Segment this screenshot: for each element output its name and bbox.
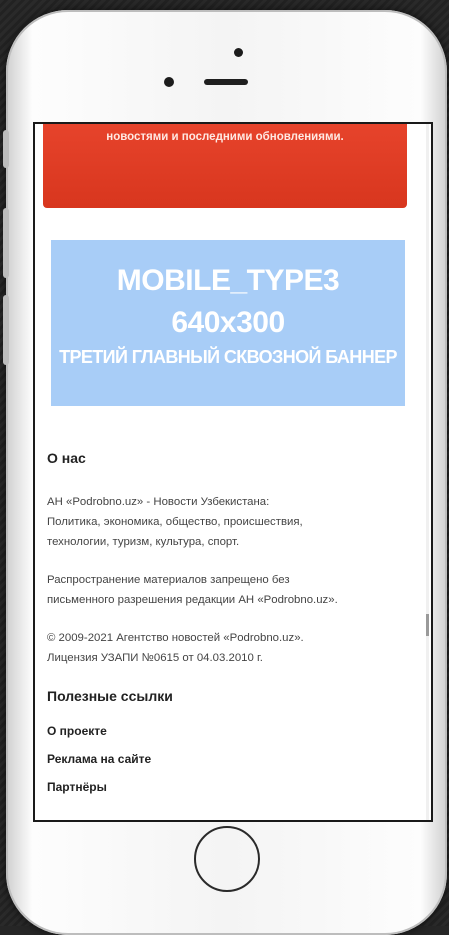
link-partners[interactable]: Партнёры	[47, 780, 417, 794]
link-advertising[interactable]: Реклама на сайте	[47, 752, 417, 766]
notice-line: Распространение материалов запрещено без	[47, 574, 290, 586]
sensor-icon	[164, 77, 174, 87]
ad-banner-size: 640x300	[171, 306, 285, 339]
link-about-project[interactable]: О проекте	[47, 724, 417, 738]
volume-up-button	[3, 208, 9, 278]
subscribe-banner[interactable]: новостями и последними обновлениями.	[43, 124, 407, 208]
scrollbar-thumb[interactable]	[426, 614, 429, 636]
front-camera-icon	[234, 48, 243, 57]
license-line: Лицензия УЗАПИ №0615 от 04.03.2010 г.	[47, 652, 263, 664]
volume-down-button	[3, 295, 9, 365]
scrollbar[interactable]	[426, 124, 429, 820]
about-description: АН «Podrobno.uz» - Новости Узбекистана: …	[47, 492, 417, 552]
earpiece-speaker	[204, 79, 248, 85]
ad-banner-title: MOBILE_TYPE3	[116, 264, 340, 297]
notice-line: письменного разрешения редакции АН «Podr…	[47, 594, 338, 606]
mute-switch	[3, 130, 9, 168]
ad-banner[interactable]: MOBILE_TYPE3 640x300 ТРЕТИЙ ГЛАВНЫЙ СКВО…	[51, 240, 405, 406]
ad-banner-caption: ТРЕТИЙ ГЛАВНЫЙ СКВОЗНОЙ БАННЕР	[59, 347, 397, 367]
home-button[interactable]	[194, 826, 260, 892]
about-line: Политика, экономика, общество, происшест…	[47, 516, 303, 528]
about-line: технологии, туризм, культура, спорт.	[47, 536, 240, 548]
phone-screen: новостями и последними обновлениями. MOB…	[35, 124, 431, 820]
about-heading: О нас	[47, 450, 86, 466]
footer-content: О нас АН «Podrobno.uz» - Новости Узбекис…	[47, 450, 417, 794]
copyright-notice: Распространение материалов запрещено без…	[47, 570, 417, 610]
useful-links-heading: Полезные ссылки	[47, 688, 173, 704]
about-line: АН «Podrobno.uz» - Новости Узбекистана:	[47, 496, 270, 508]
license-line: © 2009-2021 Агентство новостей «Podrobno…	[47, 632, 304, 644]
license-info: © 2009-2021 Агентство новостей «Podrobno…	[47, 628, 417, 668]
subscribe-banner-text: новостями и последними обновлениями.	[106, 131, 344, 143]
